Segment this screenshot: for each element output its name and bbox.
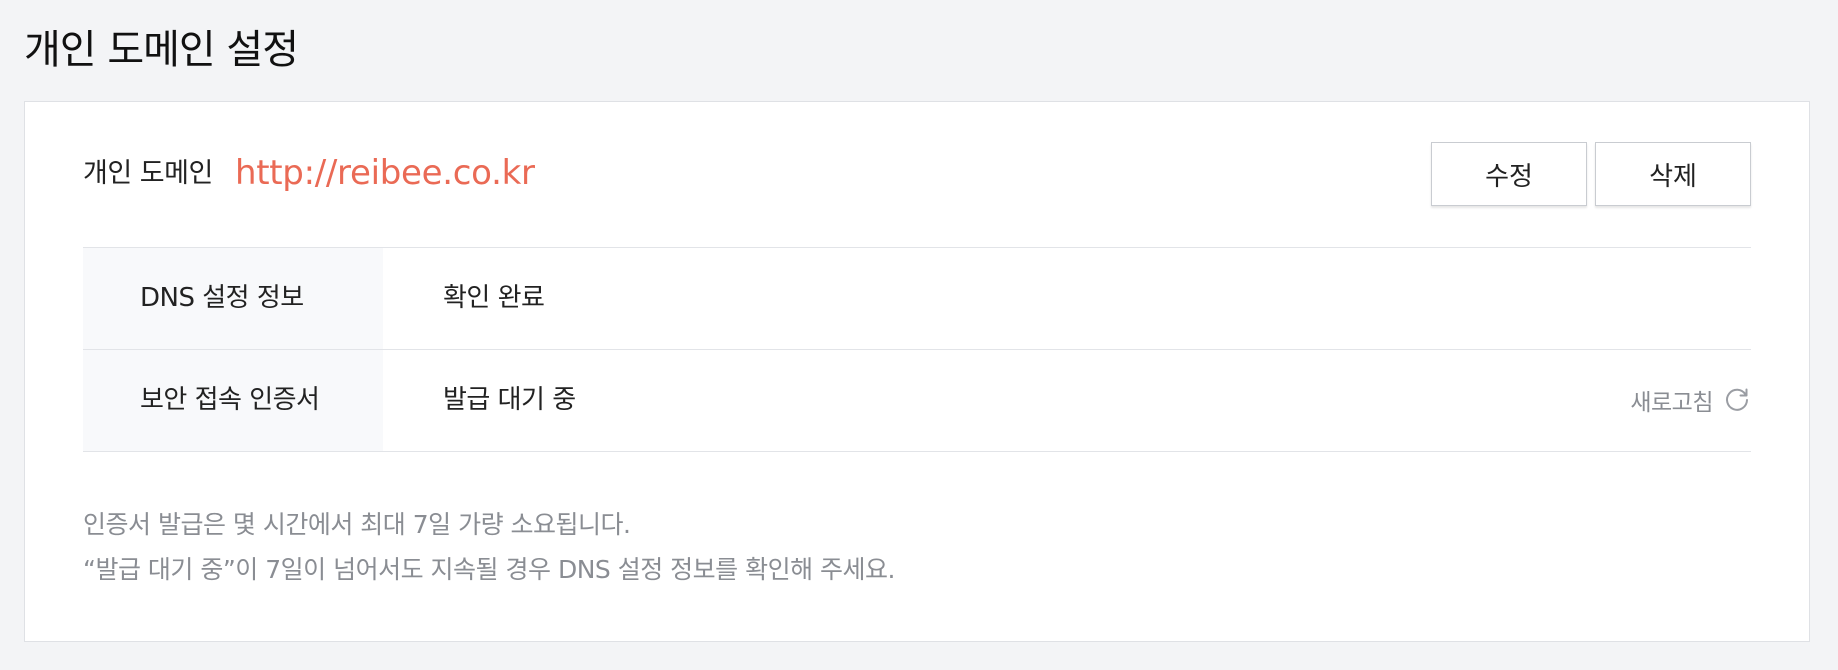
edit-button[interactable]: 수정	[1431, 142, 1587, 206]
dns-info-row: DNS 설정 정보 확인 완료	[83, 248, 1751, 350]
certificate-notes: 인증서 발급은 몇 시간에서 최대 7일 가량 소요됩니다. “발급 대기 중”…	[83, 502, 896, 592]
ssl-cert-key: 보안 접속 인증서	[83, 350, 383, 451]
domain-label: 개인 도메인	[83, 158, 213, 189]
domain-settings-card: 개인 도메인 http://reibee.co.kr 수정 삭제 DNS 설정 …	[24, 101, 1810, 642]
domain-row: 개인 도메인 http://reibee.co.kr 수정 삭제	[83, 142, 1751, 208]
ssl-cert-row: 보안 접속 인증서 발급 대기 중 새로고침	[83, 350, 1751, 452]
dns-info-value: 확인 완료	[443, 283, 545, 313]
dns-info-key: DNS 설정 정보	[83, 248, 383, 349]
ssl-cert-value: 발급 대기 중	[443, 385, 576, 415]
domain-info-table: DNS 설정 정보 확인 완료 보안 접속 인증서 발급 대기 중 새로고침	[83, 247, 1751, 452]
note-line: “발급 대기 중”이 7일이 넘어서도 지속될 경우 DNS 설정 정보를 확인…	[83, 555, 896, 584]
refresh-button[interactable]: 새로고침	[1630, 384, 1751, 416]
refresh-label: 새로고침	[1630, 390, 1713, 416]
delete-button[interactable]: 삭제	[1595, 142, 1751, 206]
refresh-icon[interactable]	[1723, 386, 1751, 414]
note-line: 인증서 발급은 몇 시간에서 최대 7일 가량 소요됩니다.	[83, 510, 631, 539]
domain-url-link[interactable]: http://reibee.co.kr	[235, 150, 535, 196]
page-title: 개인 도메인 설정	[24, 27, 299, 73]
